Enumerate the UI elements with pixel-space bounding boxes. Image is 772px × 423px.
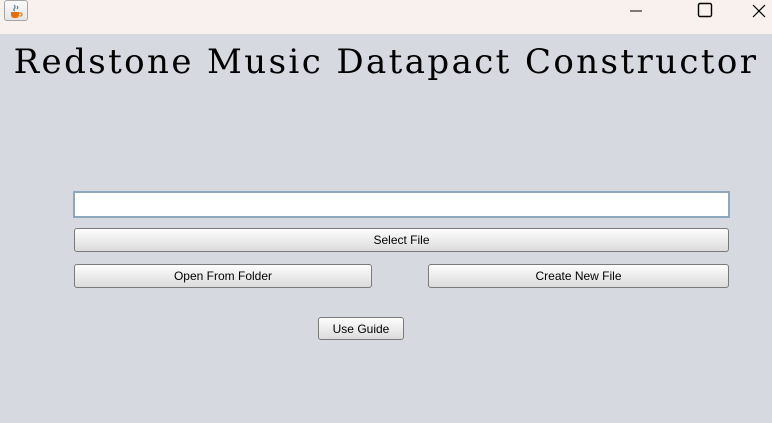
minimize-icon <box>629 3 643 22</box>
file-path-input[interactable] <box>73 191 730 218</box>
close-icon <box>752 3 766 22</box>
java-cup-icon[interactable] <box>4 0 28 21</box>
app-window: Redstone Music Datapact Constructor Sele… <box>0 0 772 423</box>
use-guide-button[interactable]: Use Guide <box>318 317 404 340</box>
select-file-button[interactable]: Select File <box>74 228 729 252</box>
close-button[interactable] <box>752 0 772 24</box>
create-new-file-button[interactable]: Create New File <box>428 264 729 288</box>
page-title: Redstone Music Datapact Constructor <box>13 42 759 82</box>
maximize-icon <box>697 2 713 22</box>
open-from-folder-button[interactable]: Open From Folder <box>74 264 372 288</box>
title-bar[interactable] <box>0 0 772 34</box>
minimize-button[interactable] <box>613 0 659 24</box>
maximize-button[interactable] <box>682 0 728 24</box>
